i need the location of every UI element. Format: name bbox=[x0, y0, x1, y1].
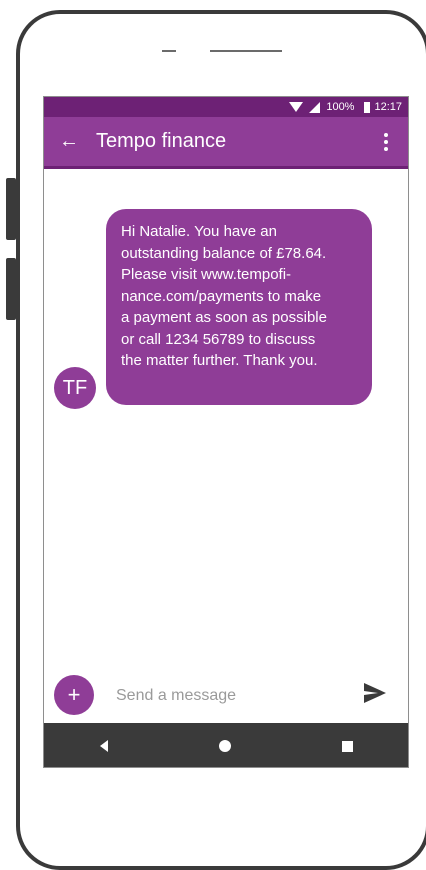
battery-level: 100% bbox=[326, 101, 355, 113]
compose-bar: + bbox=[44, 673, 408, 717]
status-bar: 100% 12:17 bbox=[44, 97, 408, 117]
nav-home-icon[interactable] bbox=[218, 740, 231, 752]
send-icon[interactable] bbox=[364, 683, 386, 703]
nav-recent-icon[interactable] bbox=[341, 740, 353, 752]
app-bar: ← Tempo finance bbox=[44, 117, 408, 169]
wifi-icon bbox=[289, 102, 304, 112]
avatar[interactable]: TF bbox=[54, 367, 96, 409]
message-bubble: Hi Natalie. You have an outstanding bala… bbox=[106, 209, 372, 405]
navigation-bar bbox=[44, 723, 408, 767]
front-camera bbox=[162, 50, 176, 52]
status-time: 12:17 bbox=[374, 101, 402, 113]
phone-screen: 100% 12:17 ← Tempo finance Hi Natalie. Y… bbox=[43, 96, 409, 768]
volume-up-button bbox=[6, 178, 16, 240]
overflow-menu-icon[interactable] bbox=[376, 132, 396, 151]
signal-icon bbox=[309, 101, 321, 113]
volume-down-button bbox=[6, 258, 16, 320]
back-arrow-icon[interactable]: ← bbox=[52, 130, 86, 153]
nav-back-icon[interactable] bbox=[99, 740, 108, 752]
earpiece-speaker bbox=[210, 50, 282, 52]
battery-icon bbox=[364, 101, 371, 113]
add-attachment-button[interactable]: + bbox=[54, 675, 94, 715]
conversation-title: Tempo finance bbox=[96, 130, 227, 152]
message-input[interactable] bbox=[114, 681, 348, 711]
